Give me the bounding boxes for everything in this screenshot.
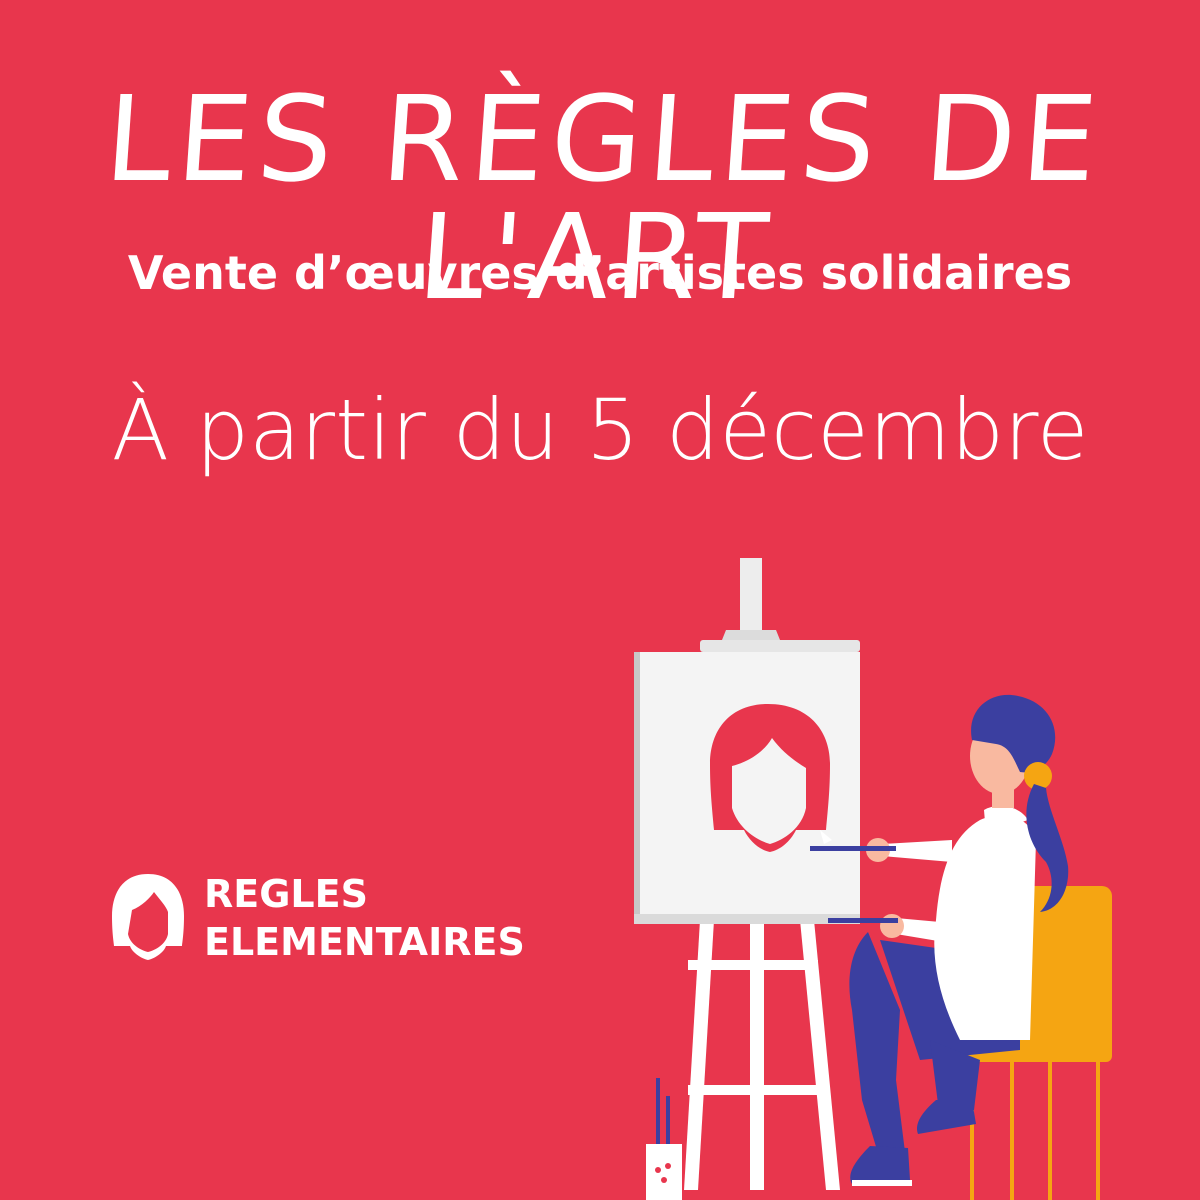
easel-legs [684, 920, 840, 1190]
easel-mast [740, 558, 762, 638]
paint-jar [646, 1078, 682, 1200]
painter-illustration [634, 558, 1112, 1200]
brand-name-line2: ELEMENTAIRES [204, 920, 525, 964]
brand-name: REGLES ELEMENTAIRES [204, 870, 525, 966]
brand-name-line1: REGLES [204, 872, 368, 916]
painting-canvas [634, 652, 860, 924]
easel-top-bar [700, 640, 860, 652]
poster-date: À partir du 5 décembre [111, 381, 1089, 479]
poster-subtitle: Vente d’œuvres d’artistes solidaires [127, 246, 1073, 300]
poster: LES RÈGLES DE L'ART Vente d’œuvres d’art… [0, 0, 1200, 1200]
woman-face-icon [112, 874, 184, 960]
easel-clamp [722, 630, 780, 640]
portrait-on-canvas [710, 704, 830, 852]
